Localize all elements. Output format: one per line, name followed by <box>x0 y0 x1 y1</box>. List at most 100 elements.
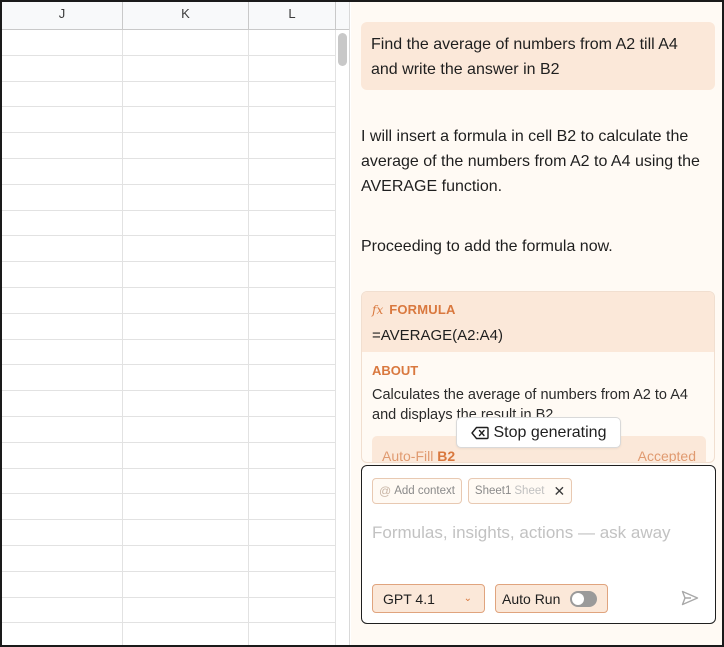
sheet-cell[interactable] <box>249 545 336 571</box>
sheet-cell[interactable] <box>2 262 123 287</box>
sheet-cell[interactable] <box>249 313 336 339</box>
sheet-cell[interactable] <box>123 55 249 81</box>
stop-generating-label: Stop generating <box>493 423 607 441</box>
sheet-cell[interactable] <box>123 339 249 365</box>
sheet-cell[interactable] <box>249 494 336 520</box>
sheet-cell[interactable] <box>123 30 249 55</box>
sheet-cell[interactable] <box>2 494 123 520</box>
sheet-row <box>2 468 336 495</box>
sheet-cell[interactable] <box>2 81 123 107</box>
sheet-cell[interactable] <box>2 184 123 210</box>
sheet-cell[interactable] <box>123 210 249 236</box>
sheet-cell[interactable] <box>123 184 249 210</box>
sheet-cell[interactable] <box>2 210 123 236</box>
sheet-context-chip[interactable]: Sheet1 Sheet ✕ <box>467 478 573 504</box>
sheet-cell[interactable] <box>123 313 249 339</box>
sheet-cell[interactable] <box>249 55 336 81</box>
sheet-row <box>2 236 336 263</box>
toggle-switch[interactable] <box>570 590 597 607</box>
sheet-cell[interactable] <box>2 468 123 494</box>
sheet-cell[interactable] <box>2 416 123 442</box>
sheet-cell[interactable] <box>249 81 336 107</box>
sheet-cell[interactable] <box>249 210 336 236</box>
sheet-cell[interactable] <box>123 287 249 313</box>
vertical-scrollbar[interactable] <box>336 30 349 645</box>
sheet-cell[interactable] <box>2 133 123 158</box>
sheet-cell[interactable] <box>123 236 249 262</box>
sheet-cell[interactable] <box>249 262 336 287</box>
sheet-cell[interactable] <box>123 623 249 645</box>
sheet-cell[interactable] <box>123 262 249 287</box>
sheet-cell[interactable] <box>123 468 249 494</box>
sheet-cell[interactable] <box>123 597 249 623</box>
sheet-cell[interactable] <box>249 571 336 597</box>
sheet-row <box>2 55 336 82</box>
sheet-cell[interactable] <box>2 520 123 545</box>
sheet-cell[interactable] <box>123 391 249 416</box>
sheet-cell[interactable] <box>2 597 123 623</box>
sheet-cell[interactable] <box>123 81 249 107</box>
sheet-cell[interactable] <box>249 468 336 494</box>
stop-generating-button[interactable]: Stop generating <box>456 417 621 448</box>
sheet-cell[interactable] <box>2 442 123 468</box>
column-header-j[interactable]: J <box>2 2 123 30</box>
sheet-cell[interactable] <box>123 158 249 184</box>
sheet-cell[interactable] <box>123 494 249 520</box>
close-icon[interactable]: ✕ <box>553 483 565 500</box>
sheet-cell[interactable] <box>123 442 249 468</box>
sheet-row <box>2 210 336 237</box>
sheet-cell[interactable] <box>123 416 249 442</box>
formula-text: =AVERAGE(A2:A4) <box>372 327 504 344</box>
sheet-cell[interactable] <box>2 545 123 571</box>
column-header-l[interactable]: L <box>249 2 336 30</box>
sheet-cell[interactable] <box>249 107 336 133</box>
sheet-cell[interactable] <box>2 365 123 391</box>
sheet-cell[interactable] <box>249 597 336 623</box>
auto-run-toggle[interactable]: Auto Run <box>495 584 608 613</box>
sheet-cell[interactable] <box>249 365 336 391</box>
sheet-row <box>2 520 336 546</box>
sheet-cell[interactable] <box>249 133 336 158</box>
auto-run-label: Auto Run <box>502 590 561 607</box>
model-selector[interactable]: GPT 4.1 ⌄ <box>372 584 485 613</box>
sheet-cell[interactable] <box>249 339 336 365</box>
sheet-cell[interactable] <box>249 442 336 468</box>
backspace-icon <box>470 426 489 439</box>
sheet-cell[interactable] <box>249 30 336 55</box>
sheet-cell[interactable] <box>2 158 123 184</box>
sheet-cell[interactable] <box>2 339 123 365</box>
sheet-cell[interactable] <box>2 236 123 262</box>
sheet-cell[interactable] <box>2 287 123 313</box>
sheet-cell[interactable] <box>249 416 336 442</box>
sheet-chip-suffix: Sheet <box>514 485 545 497</box>
sheet-cell[interactable] <box>123 365 249 391</box>
sheet-cell[interactable] <box>249 287 336 313</box>
sheet-cell[interactable] <box>249 184 336 210</box>
toggle-knob <box>572 592 584 605</box>
sheet-cell[interactable] <box>249 623 336 645</box>
sheet-cell[interactable] <box>2 391 123 416</box>
sheet-cell[interactable] <box>123 571 249 597</box>
column-header-k[interactable]: K <box>123 2 249 30</box>
sheet-cell[interactable] <box>123 107 249 133</box>
chat-input[interactable]: Formulas, insights, actions — ask away <box>372 523 671 543</box>
sheet-cell[interactable] <box>2 30 123 55</box>
sheet-row <box>2 30 336 56</box>
sheet-cell[interactable] <box>249 158 336 184</box>
sheet-cell[interactable] <box>2 107 123 133</box>
scrollbar-thumb[interactable] <box>338 33 347 66</box>
formula-label-row: fx FORMULA <box>372 302 456 317</box>
add-context-button[interactable]: @ Add context <box>372 478 462 504</box>
sheet-row <box>2 545 336 572</box>
sheet-cell[interactable] <box>2 55 123 81</box>
sheet-cell[interactable] <box>2 571 123 597</box>
sheet-cell[interactable] <box>249 391 336 416</box>
sheet-cell[interactable] <box>249 520 336 545</box>
sheet-cell[interactable] <box>123 545 249 571</box>
sheet-cell[interactable] <box>2 313 123 339</box>
sheet-cell[interactable] <box>123 133 249 158</box>
send-icon[interactable] <box>681 590 699 606</box>
sheet-cell[interactable] <box>249 236 336 262</box>
sheet-cell[interactable] <box>123 520 249 545</box>
sheet-cell[interactable] <box>2 623 123 645</box>
